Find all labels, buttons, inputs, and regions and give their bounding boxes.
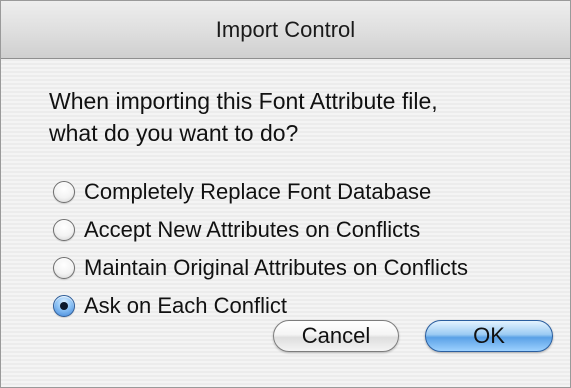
radio-button-icon[interactable] (53, 219, 75, 241)
title-bar[interactable]: Import Control (1, 1, 570, 59)
radio-button-icon[interactable] (53, 181, 75, 203)
option-label: Ask on Each Conflict (84, 293, 287, 318)
radio-dot-icon (60, 302, 68, 310)
option-maintain-original[interactable]: Maintain Original Attributes on Conflict… (53, 249, 468, 287)
dialog-title: Import Control (215, 16, 356, 42)
import-options-radio-group: Completely Replace Font Database Accept … (53, 173, 468, 325)
ok-button[interactable]: OK (425, 320, 553, 352)
radio-button-selected-icon[interactable] (53, 295, 75, 317)
cancel-button[interactable]: Cancel (273, 320, 399, 352)
prompt-text: When importing this Font Attribute file,… (49, 88, 438, 146)
option-label: Accept New Attributes on Conflicts (84, 217, 421, 242)
import-control-dialog: Import Control When importing this Font … (0, 0, 571, 388)
option-completely-replace[interactable]: Completely Replace Font Database (53, 173, 468, 211)
option-label: Maintain Original Attributes on Conflict… (84, 255, 468, 280)
option-accept-new[interactable]: Accept New Attributes on Conflicts (53, 211, 468, 249)
radio-button-icon[interactable] (53, 257, 75, 279)
option-label: Completely Replace Font Database (84, 179, 432, 204)
button-row: Cancel OK (273, 320, 553, 352)
